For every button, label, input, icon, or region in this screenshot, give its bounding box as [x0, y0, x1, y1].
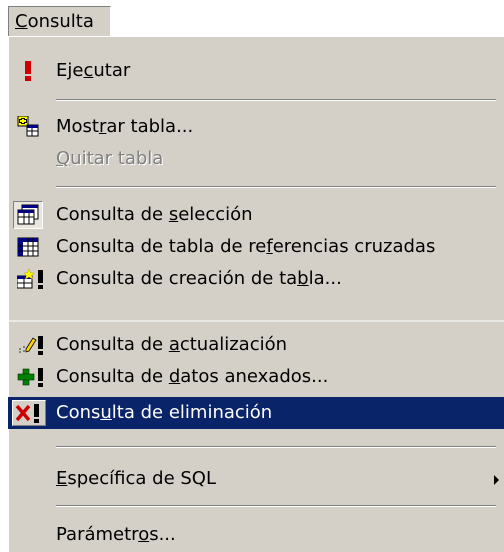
menu-item-consulta-actualizacion[interactable]: Consulta de actualización	[9, 329, 504, 361]
menu-title-rest: onsulta	[27, 11, 94, 32]
update-query-icon	[17, 334, 47, 356]
menu-item-consulta-creacion-tabla[interactable]: Consulta de creación de tabla...	[9, 263, 504, 295]
menu-item-mostrar-tabla[interactable]: Mostrar tabla...	[9, 111, 504, 143]
show-table-icon	[17, 116, 39, 138]
select-query-icon	[13, 201, 43, 229]
menu-title-accelerator: C	[15, 11, 28, 32]
menu-title-consulta[interactable]: Consulta	[8, 6, 111, 36]
consulta-dropdown-menu: Ejecutar Mostrar tabla... Quitar tabla C…	[8, 36, 504, 552]
submenu-arrow-icon	[494, 475, 499, 485]
menu-item-consulta-datos-anexados[interactable]: Consulta de datos anexados...	[9, 361, 504, 393]
menu-item-consulta-seleccion[interactable]: Consulta de selección	[9, 199, 504, 231]
menu-separator	[56, 446, 496, 448]
crosstab-query-icon	[17, 236, 39, 258]
group-divider	[8, 320, 504, 322]
menu-item-especifica-sql[interactable]: Específica de SQL	[9, 463, 504, 495]
menu-item-ejecutar[interactable]: Ejecutar	[9, 55, 504, 87]
menu-separator	[56, 505, 496, 507]
menu-item-parametros[interactable]: Parámetros...	[9, 519, 504, 551]
menu-separator	[56, 99, 496, 101]
menu-item-consulta-eliminacion[interactable]: Consulta de eliminación	[8, 397, 504, 429]
menu-item-quitar-tabla: Quitar tabla	[56, 148, 164, 169]
menu-separator	[56, 186, 496, 188]
delete-query-icon	[12, 400, 46, 426]
make-table-query-icon	[17, 268, 47, 290]
menu-item-consulta-referencias-cruzadas[interactable]: Consulta de tabla de referencias cruzada…	[9, 231, 504, 263]
append-query-icon	[17, 366, 47, 388]
exclamation-icon	[17, 60, 39, 82]
